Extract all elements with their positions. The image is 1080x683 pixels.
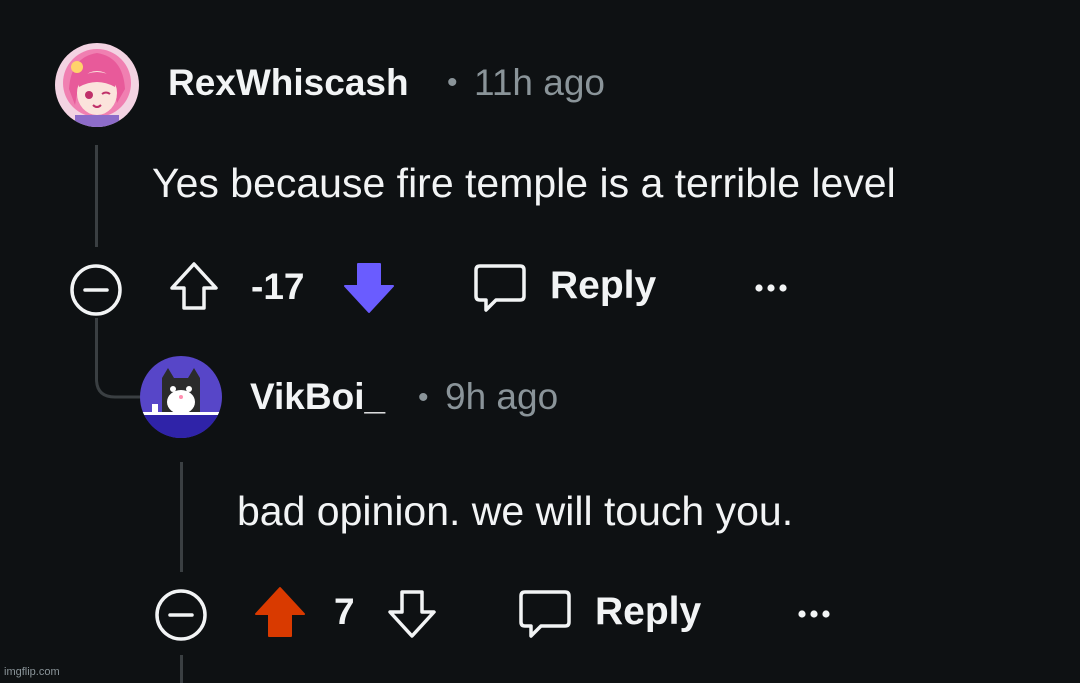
more-options-button[interactable] — [745, 270, 797, 306]
thread-line — [180, 655, 183, 683]
thread-line — [95, 145, 98, 247]
more-options-button[interactable] — [788, 596, 840, 632]
separator-dot: • — [418, 381, 429, 414]
reply-button[interactable]: Reply — [470, 258, 670, 318]
upvote-filled-icon — [255, 587, 305, 637]
cat-avatar-icon[interactable] — [140, 356, 222, 438]
timestamp: 9h ago — [445, 376, 559, 417]
upvote-outline-icon — [170, 262, 218, 310]
username[interactable]: VikBoi_ — [250, 376, 385, 418]
thread-connector — [95, 365, 145, 399]
collapse-button[interactable] — [153, 587, 209, 643]
anime-girl-avatar-icon[interactable] — [55, 43, 139, 127]
reply-label: Reply — [550, 264, 657, 307]
username[interactable]: RexWhiscash — [168, 62, 409, 104]
more-dots-icon — [755, 284, 787, 292]
timestamp: 11h ago — [474, 62, 605, 103]
collapse-minus-icon — [70, 264, 122, 316]
reply-label: Reply — [595, 590, 702, 633]
comment-body: bad opinion. we will touch you. — [237, 488, 794, 534]
collapse-minus-icon — [155, 589, 207, 641]
separator-dot: • — [447, 66, 458, 99]
downvote-filled-icon — [344, 263, 394, 313]
comment-bubble-icon — [519, 590, 571, 638]
upvote-button[interactable] — [252, 584, 308, 642]
thread-line — [95, 318, 98, 370]
comment-bubble-icon — [474, 264, 526, 312]
upvote-button[interactable] — [166, 258, 222, 314]
vote-score: -17 — [251, 266, 305, 307]
comment-body: Yes because fire temple is a terrible le… — [152, 160, 896, 206]
thread-line — [180, 462, 183, 572]
watermark: imgflip.com — [4, 666, 60, 678]
downvote-button[interactable] — [341, 258, 397, 316]
downvote-button[interactable] — [384, 584, 440, 642]
vote-score: 7 — [334, 591, 355, 632]
downvote-outline-icon — [388, 590, 436, 638]
reply-button[interactable]: Reply — [515, 584, 715, 644]
collapse-button[interactable] — [68, 262, 124, 318]
more-dots-icon — [798, 610, 830, 618]
